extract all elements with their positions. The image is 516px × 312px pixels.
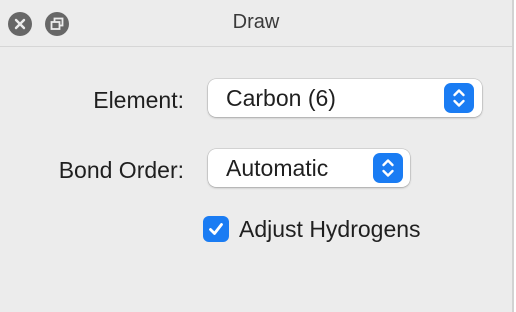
bond-order-popup-stepper[interactable] [373,153,403,183]
element-label: Element: [93,87,184,113]
bond-order-popup[interactable]: Automatic [208,149,410,187]
up-down-chevron-icon [382,159,394,177]
element-popup-stepper[interactable] [444,83,474,113]
title-bar[interactable]: Draw [0,0,512,47]
adjust-hydrogens-label[interactable]: Adjust Hydrogens [239,216,421,243]
element-popup-value: Carbon (6) [226,85,336,111]
draw-window: Draw Element: Carbon (6) Bond Order: Aut… [0,0,514,312]
checkmark-icon [209,223,223,235]
adjust-hydrogens-checkbox[interactable] [203,216,229,242]
element-popup[interactable]: Carbon (6) [208,79,482,117]
up-down-chevron-icon [453,89,465,107]
bond-order-label: Bond Order: [58,157,184,183]
window-title: Draw [232,11,280,33]
bond-order-popup-value: Automatic [226,155,329,181]
